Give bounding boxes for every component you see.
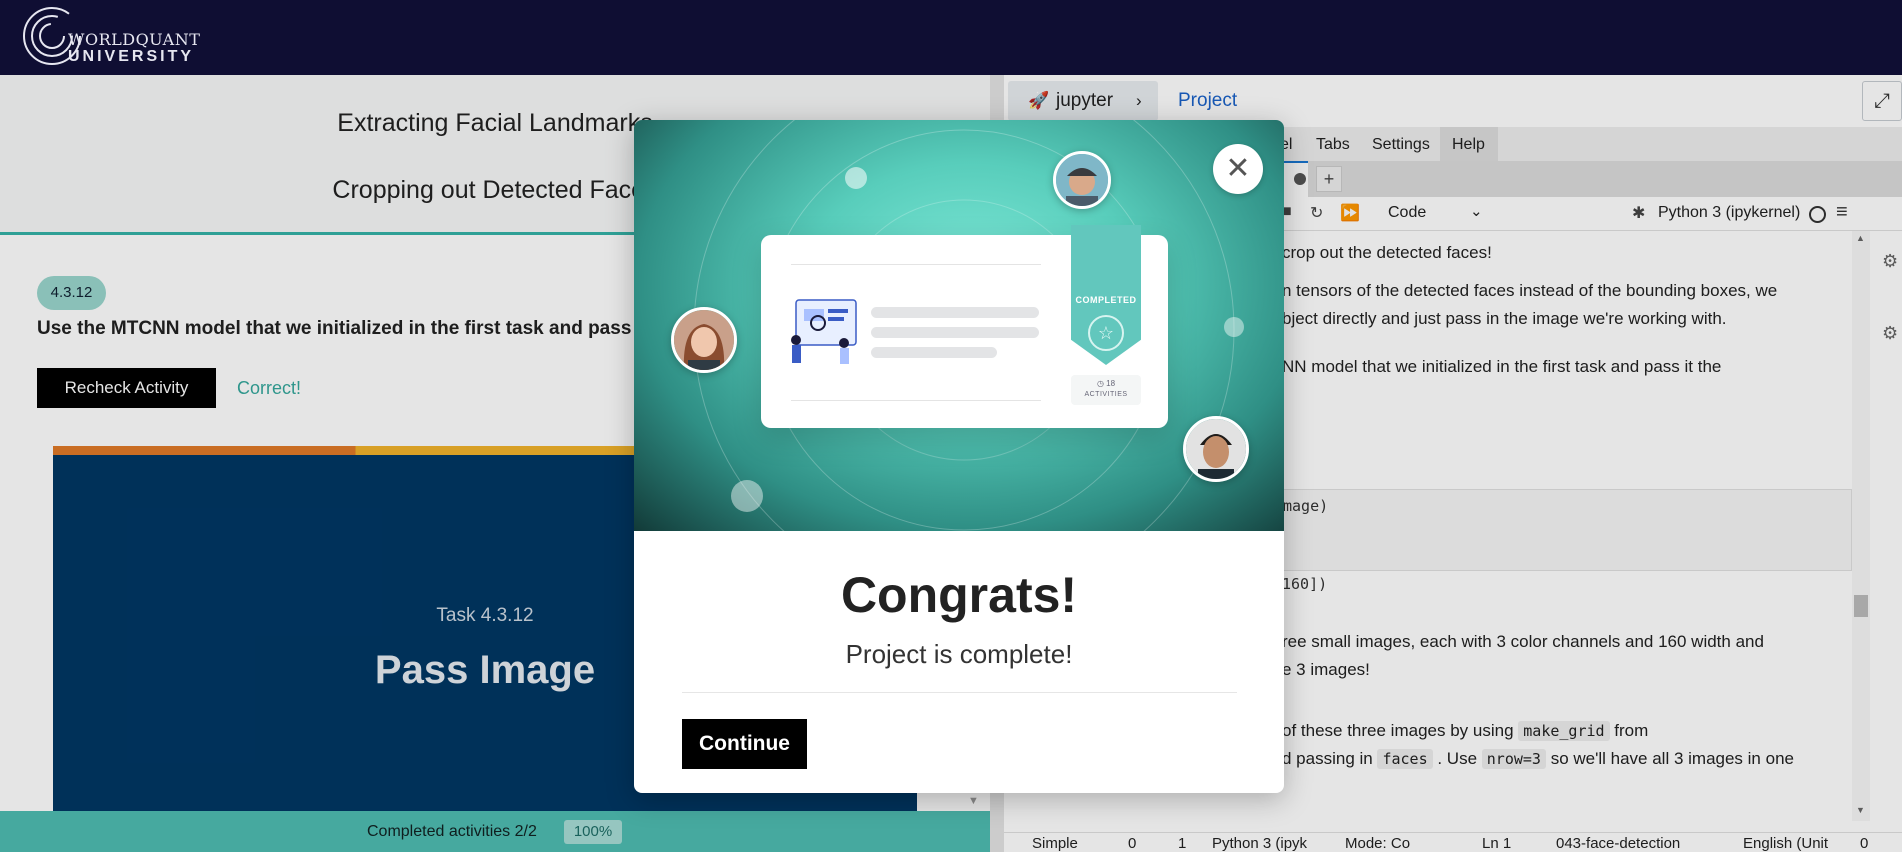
modal-heading: Congrats! (840, 567, 1078, 623)
card-divider (791, 400, 1041, 401)
modal-hero-illustration: COMPLETED ☆ ◷ 18 ACTIVITIES ✕ (634, 120, 1284, 531)
activities-word: ACTIVITIES (1084, 391, 1128, 398)
card-placeholder-line (871, 347, 997, 358)
avatar (1183, 416, 1249, 482)
people-illustration-icon (791, 299, 857, 364)
avatar-man-cap-icon (1056, 154, 1108, 206)
activities-number: 18 (1106, 379, 1116, 388)
top-bar: WORLDQUANT UNIVERSITY (0, 0, 1902, 75)
avatar-man-icon (1186, 419, 1246, 479)
close-icon: ✕ (1225, 152, 1251, 185)
logo-wordmark-bottom: UNIVERSITY (68, 48, 195, 65)
completed-label: COMPLETED (1075, 295, 1137, 305)
continue-button[interactable]: Continue (682, 719, 807, 769)
avatar-woman-icon (674, 310, 734, 370)
star-icon: ☆ (1088, 315, 1124, 351)
activities-count: ◷ 18 (1071, 379, 1141, 388)
activities-count-box: ◷ 18 ACTIVITIES (1071, 375, 1141, 405)
avatar (1053, 151, 1111, 209)
card-divider (791, 264, 1041, 265)
clock-icon: ◷ (1096, 379, 1104, 388)
logo-wordmark-top: WORLDQUANT (68, 30, 201, 49)
modal-divider (682, 692, 1237, 693)
congrats-modal: COMPLETED ☆ ◷ 18 ACTIVITIES ✕ Congrats! … (634, 120, 1284, 793)
worldquant-logo[interactable]: WORLDQUANT UNIVERSITY (22, 4, 222, 68)
modal-message: Project is complete! (845, 639, 1073, 669)
avatar (671, 307, 737, 373)
course-card-illustration: COMPLETED ☆ ◷ 18 ACTIVITIES (761, 225, 1168, 428)
card-placeholder-line (871, 307, 1039, 318)
close-modal-button[interactable]: ✕ (1213, 144, 1263, 194)
card-placeholder-line (871, 327, 1039, 338)
